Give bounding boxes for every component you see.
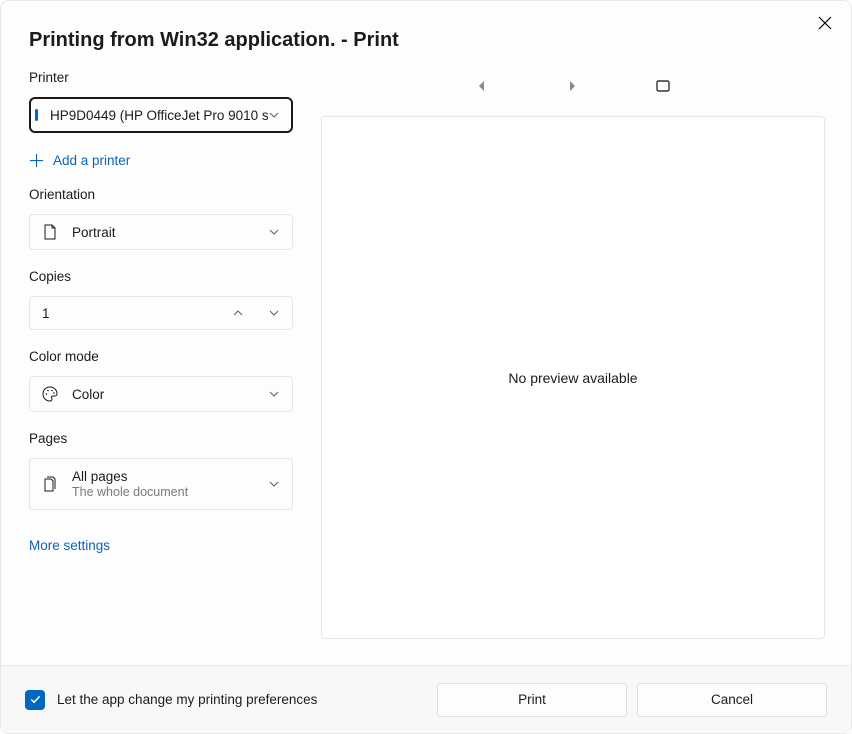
chevron-down-icon — [268, 307, 280, 319]
pages-icon — [42, 476, 58, 492]
pages-select[interactable]: All pages The whole document — [29, 458, 293, 510]
preview-panel: No preview available — [321, 52, 851, 665]
print-button[interactable]: Print — [437, 683, 627, 717]
preview-placeholder: No preview available — [508, 370, 637, 386]
fullscreen-button[interactable] — [656, 80, 670, 92]
prev-page-button[interactable] — [476, 80, 488, 92]
dialog-title: Printing from Win32 application. - Print — [1, 1, 851, 52]
preferences-checkbox[interactable] — [25, 690, 45, 710]
copies-value: 1 — [42, 306, 220, 321]
printer-selected-text: HP9D0449 (HP OfficeJet Pro 9010 se — [42, 108, 268, 123]
add-printer-label: Add a printer — [53, 153, 130, 168]
pages-selected-text: All pages — [72, 469, 268, 484]
chevron-down-icon — [268, 226, 280, 238]
plus-icon — [29, 153, 44, 168]
close-button[interactable] — [817, 15, 833, 31]
next-page-button[interactable] — [566, 80, 578, 92]
main-content: Printer HP9D0449 (HP OfficeJet Pro 9010 … — [1, 52, 851, 665]
preview-area: No preview available — [321, 116, 825, 639]
close-icon — [817, 15, 833, 31]
palette-icon — [42, 386, 58, 402]
copies-down-button[interactable] — [256, 297, 292, 329]
pages-sub-text: The whole document — [72, 485, 268, 499]
printer-label: Printer — [29, 70, 293, 85]
color-mode-label: Color mode — [29, 349, 293, 364]
preferences-checkbox-row: Let the app change my printing preferenc… — [25, 690, 427, 710]
settings-panel: Printer HP9D0449 (HP OfficeJet Pro 9010 … — [1, 52, 321, 665]
chevron-down-icon — [268, 388, 280, 400]
printer-select[interactable]: HP9D0449 (HP OfficeJet Pro 9010 se — [29, 97, 293, 133]
more-settings-link[interactable]: More settings — [29, 538, 293, 553]
chevron-up-icon — [232, 307, 244, 319]
add-printer-link[interactable]: Add a printer — [29, 153, 293, 168]
chevron-down-icon — [268, 109, 280, 121]
check-icon — [29, 693, 42, 706]
footer: Let the app change my printing preferenc… — [1, 665, 851, 733]
color-mode-select[interactable]: Color — [29, 376, 293, 412]
chevron-down-icon — [268, 478, 280, 490]
copies-up-button[interactable] — [220, 297, 256, 329]
copies-spinner[interactable]: 1 — [29, 296, 293, 330]
orientation-select[interactable]: Portrait — [29, 214, 293, 250]
preferences-checkbox-label: Let the app change my printing preferenc… — [57, 692, 317, 707]
color-mode-selected-text: Color — [72, 387, 268, 402]
print-dialog: Printing from Win32 application. - Print… — [0, 0, 852, 734]
preview-nav — [321, 66, 825, 106]
orientation-selected-text: Portrait — [72, 225, 268, 240]
page-portrait-icon — [42, 224, 58, 240]
pages-label: Pages — [29, 431, 293, 446]
copies-label: Copies — [29, 269, 293, 284]
orientation-label: Orientation — [29, 187, 293, 202]
cancel-button[interactable]: Cancel — [637, 683, 827, 717]
